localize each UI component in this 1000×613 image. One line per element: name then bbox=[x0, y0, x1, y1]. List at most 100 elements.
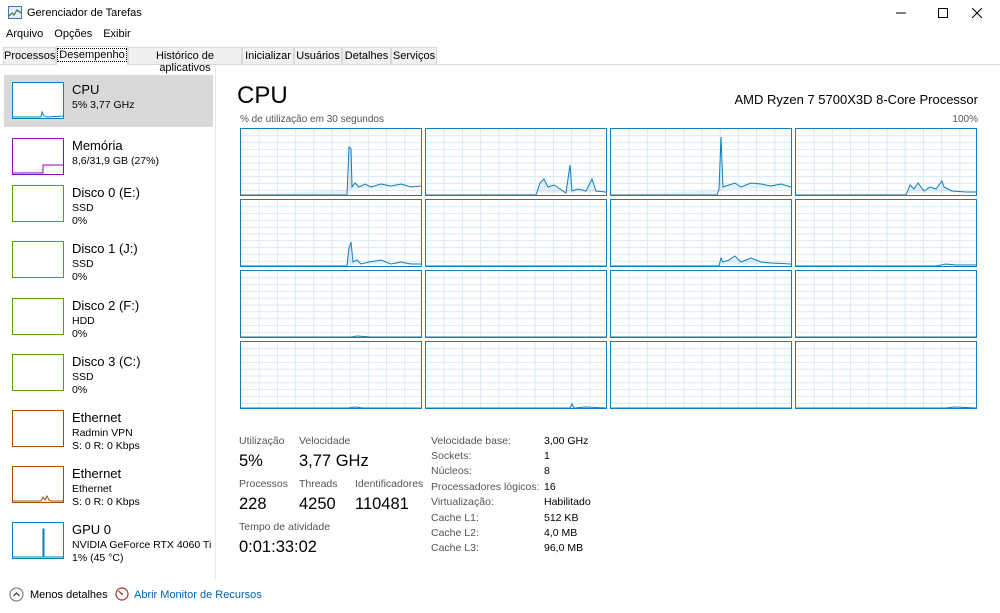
logical-processor-graph bbox=[610, 128, 792, 196]
sidebar-item-gpu-0[interactable]: GPU 0 NVIDIA GeForce RTX 4060 Ti 1% (45 … bbox=[4, 515, 213, 567]
utilization-label: Utilização bbox=[239, 435, 285, 447]
menu-bar: Arquivo Opções Exibir bbox=[0, 26, 136, 44]
disk-thumbnail bbox=[12, 241, 64, 278]
graph-canvas bbox=[241, 342, 421, 408]
sidebar-item-disco-1[interactable]: Disco 1 (J:) SSD 0% bbox=[4, 234, 213, 286]
graph-canvas bbox=[241, 271, 421, 337]
logical-processor-graph bbox=[795, 199, 977, 267]
chevron-up-circle-icon bbox=[9, 587, 24, 602]
logical-processor-graph bbox=[795, 128, 977, 196]
sidebar-item-title: CPU bbox=[72, 82, 100, 97]
sidebar-item-title: Disco 1 (J:) bbox=[72, 241, 138, 256]
logical-processor-graph bbox=[795, 270, 977, 338]
logical-processor-graph bbox=[425, 341, 607, 409]
speed-value: 3,77 GHz bbox=[299, 452, 369, 470]
tab-detalhes[interactable]: Detalhes bbox=[342, 47, 391, 64]
close-button[interactable] bbox=[954, 0, 1000, 26]
title-bar: Gerenciador de Tarefas bbox=[0, 0, 1000, 26]
tab-usuarios[interactable]: Usuários bbox=[294, 47, 342, 64]
graph-max-label: 100% bbox=[952, 114, 978, 125]
detail-key: Virtualização: bbox=[431, 496, 494, 508]
sidebar-item-disco-3[interactable]: Disco 3 (C:) SSD 0% bbox=[4, 347, 213, 399]
tab-desempenho[interactable]: Desempenho bbox=[56, 46, 128, 65]
logical-processor-graph bbox=[240, 341, 422, 409]
sidebar-item-title: Ethernet bbox=[72, 410, 122, 425]
logical-processor-graph bbox=[240, 270, 422, 338]
sidebar-item-type: SSD bbox=[72, 371, 94, 383]
tab-label: Inicializar bbox=[245, 50, 291, 62]
speed-label: Velocidade bbox=[299, 435, 351, 447]
network-thumbnail bbox=[12, 410, 64, 447]
detail-key: Núcleos: bbox=[431, 465, 472, 477]
sidebar-item-type: HDD bbox=[72, 315, 95, 327]
detail-value: 16 bbox=[544, 481, 556, 493]
detail-key: Processadores lógicos: bbox=[431, 481, 540, 493]
sidebar-item-throughput: S: 0 R: 0 Kbps bbox=[72, 440, 140, 452]
sidebar-item-disco-0[interactable]: Disco 0 (E:) SSD 0% bbox=[4, 178, 213, 230]
graph-canvas bbox=[426, 271, 606, 337]
sidebar-item-detail: 8,6/31,9 GB (27%) bbox=[72, 155, 159, 167]
sidebar-item-disco-2[interactable]: Disco 2 (F:) HDD 0% bbox=[4, 291, 213, 343]
logical-processor-graph bbox=[610, 341, 792, 409]
graph-canvas bbox=[611, 271, 791, 337]
menu-exibir[interactable]: Exibir bbox=[97, 26, 136, 44]
resource-monitor-icon bbox=[115, 587, 129, 601]
detail-value: 1 bbox=[544, 450, 550, 462]
processes-label: Processos bbox=[239, 478, 289, 490]
sidebar-item-memoria[interactable]: Memória 8,6/31,9 GB (27%) bbox=[4, 131, 213, 183]
usage-trace bbox=[241, 406, 421, 408]
tab-bar: Processos Desempenho Histórico de aplica… bbox=[0, 46, 1000, 74]
tab-processos[interactable]: Processos bbox=[3, 47, 56, 64]
graph-canvas bbox=[241, 200, 421, 266]
usage-trace bbox=[796, 263, 976, 266]
handles-value: 110481 bbox=[355, 495, 409, 513]
graph-canvas bbox=[796, 129, 976, 195]
maximize-icon bbox=[938, 8, 948, 18]
close-icon bbox=[972, 8, 982, 18]
logical-processor-graph bbox=[240, 128, 422, 196]
sidebar-item-model: NVIDIA GeForce RTX 4060 Ti bbox=[72, 539, 212, 551]
menu-opcoes[interactable]: Opções bbox=[48, 26, 97, 44]
graph-canvas bbox=[611, 129, 791, 195]
sidebar-item-type: SSD bbox=[72, 202, 94, 214]
sidebar-item-ethernet-radmin[interactable]: Ethernet Radmin VPN S: 0 R: 0 Kbps bbox=[4, 403, 213, 455]
processor-name: AMD Ryzen 7 5700X3D 8-Core Processor bbox=[734, 92, 979, 107]
tab-inicializar[interactable]: Inicializar bbox=[242, 47, 294, 64]
sidebar-item-usage: 0% bbox=[72, 328, 88, 340]
threads-label: Threads bbox=[299, 478, 338, 490]
threads-value: 4250 bbox=[299, 495, 336, 513]
handles-label: Identificadores bbox=[355, 478, 424, 490]
disk-thumbnail bbox=[12, 298, 64, 335]
tab-label: Serviços bbox=[392, 50, 436, 62]
sidebar-item-title: Memória bbox=[72, 138, 123, 153]
sidebar-item-ethernet[interactable]: Ethernet Ethernet S: 0 R: 0 Kbps bbox=[4, 459, 213, 511]
sidebar-item-throughput: S: 0 R: 0 Kbps bbox=[72, 496, 140, 508]
logical-processor-graph bbox=[425, 199, 607, 267]
detail-key: Cache L2: bbox=[431, 527, 479, 539]
detail-value: 512 KB bbox=[544, 512, 579, 524]
logical-processor-graph bbox=[425, 128, 607, 196]
performance-sidebar: CPU 5% 3,77 GHz Memória 8,6/31,9 GB (27%… bbox=[0, 66, 216, 580]
minimize-button[interactable] bbox=[878, 0, 924, 26]
tab-servicos[interactable]: Serviços bbox=[391, 47, 437, 64]
sidebar-item-cpu[interactable]: CPU 5% 3,77 GHz bbox=[4, 75, 213, 127]
menu-arquivo[interactable]: Arquivo bbox=[0, 26, 48, 44]
logical-processor-graph bbox=[610, 199, 792, 267]
disk-thumbnail bbox=[12, 185, 64, 222]
tab-label: Processos bbox=[4, 50, 56, 62]
usage-trace bbox=[796, 406, 976, 408]
tab-label: Detalhes bbox=[344, 50, 389, 62]
graph-canvas bbox=[426, 200, 606, 266]
usage-trace bbox=[241, 145, 421, 195]
sidebar-item-title: GPU 0 bbox=[72, 522, 112, 537]
task-manager-icon bbox=[8, 6, 22, 19]
utilization-value: 5% bbox=[239, 452, 263, 470]
uptime-label: Tempo de atividade bbox=[239, 521, 331, 533]
sidebar-item-title: Ethernet bbox=[72, 466, 122, 481]
sidebar-item-adapter: Radmin VPN bbox=[72, 427, 133, 439]
usage-trace bbox=[611, 136, 791, 195]
tab-historico[interactable]: Histórico de aplicativos bbox=[128, 47, 242, 74]
usage-trace bbox=[426, 402, 606, 408]
detail-value: 3,00 GHz bbox=[544, 435, 589, 447]
graph-canvas bbox=[796, 271, 976, 337]
